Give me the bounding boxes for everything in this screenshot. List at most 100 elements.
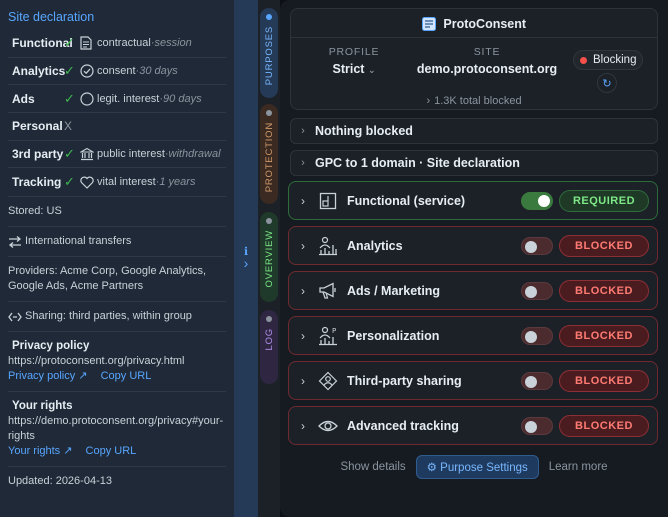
brand-name: ProtoConsent — [443, 17, 527, 31]
purpose-row-third-party-sharing[interactable]: › Third-party sharing BLOCKED — [288, 361, 658, 400]
brand: ProtoConsent — [291, 17, 657, 34]
privacy-policy-heading: Privacy policy — [12, 340, 90, 353]
stored-location: Stored: US — [8, 197, 226, 228]
providers: Providers: Acme Corp, Google Analytics, … — [8, 257, 226, 303]
your-rights-link[interactable]: Your rights ↗ — [8, 445, 72, 457]
purpose-name: Advanced tracking — [347, 418, 459, 433]
megaphone-icon — [317, 280, 339, 302]
popup-footer: Show details ⚙ Purpose Settings Learn mo… — [290, 455, 658, 479]
analytics-icon — [317, 235, 339, 257]
purpose-name: Functional (service) — [347, 193, 466, 208]
retention-duration: withdrawal — [168, 148, 221, 161]
site-declaration-panel: Site declaration Functional ✓ contractual … — [0, 0, 234, 517]
retention-duration: session — [154, 37, 192, 50]
site-label: SITE — [473, 46, 501, 58]
retention-duration: 1 years — [159, 176, 196, 189]
declaration-row-tracking: Tracking ✓ vital interest · 1 years — [8, 168, 226, 196]
purpose-row-personalization[interactable]: › P Personalization BLOCKED — [288, 316, 658, 355]
chevron-right-icon[interactable]: › — [289, 284, 317, 298]
functional-icon — [317, 190, 339, 212]
tab-label: LOG — [263, 328, 275, 351]
updated-date: Updated: 2026-04-13 — [8, 475, 112, 488]
declaration-purpose-name: 3rd party — [12, 147, 64, 162]
declaration-purpose-name: Personal — [12, 119, 63, 134]
declaration-purpose-name: Tracking — [12, 175, 62, 190]
chevron-right-icon[interactable]: › — [289, 329, 317, 343]
purpose-toggle[interactable] — [521, 416, 553, 435]
refresh-icon: ↻ — [602, 77, 612, 90]
tab-label: PURPOSES — [263, 26, 275, 86]
tab-indicator-dot-icon — [266, 316, 272, 322]
chevron-right-icon: › — [301, 157, 305, 169]
nothing-blocked-row[interactable]: › Nothing blocked — [290, 118, 658, 144]
purpose-row-ads-marketing[interactable]: › Ads / Marketing BLOCKED — [288, 271, 658, 310]
tab-purposes[interactable]: PURPOSES — [260, 8, 278, 98]
site-info: SITE demo.protoconsent.org — [415, 46, 559, 76]
circle-icon — [80, 92, 96, 106]
chevron-right-icon: › — [426, 95, 431, 107]
check-icon: ✓ — [64, 174, 75, 190]
purpose-toggle[interactable] — [521, 371, 553, 390]
tab-label: OVERVIEW — [263, 230, 275, 288]
profile-selector[interactable]: PROFILE Strict ⌄ — [327, 46, 381, 76]
legal-basis: vital interest — [97, 176, 156, 189]
tab-indicator-dot-icon — [266, 110, 272, 116]
purpose-toggle[interactable] — [521, 191, 553, 210]
tab-log[interactable]: LOG — [260, 310, 278, 384]
retention-duration: 30 days — [139, 65, 178, 78]
status-badge: BLOCKED — [559, 414, 649, 437]
svg-text:P: P — [332, 327, 336, 335]
privacy-policy-block: Privacy policy https://protoconsent.org/… — [8, 332, 226, 393]
purpose-toggle[interactable] — [521, 236, 553, 255]
chevron-right-icon[interactable]: › — [289, 239, 317, 253]
tab-indicator-dot-icon — [266, 14, 272, 20]
copy-rights-url-button[interactable]: Copy URL — [86, 445, 137, 457]
chevron-right-icon[interactable]: › — [289, 419, 317, 433]
site-domain: demo.protoconsent.org — [416, 62, 558, 76]
purpose-name: Third-party sharing — [347, 373, 462, 388]
status-badge: REQUIRED — [559, 189, 649, 212]
status-badge: BLOCKED — [559, 324, 649, 347]
declaration-title: Site declaration — [8, 10, 95, 24]
eye-icon — [317, 415, 339, 437]
chevron-right-icon[interactable]: › — [289, 374, 317, 388]
chevron-right-icon: › — [301, 125, 305, 137]
tab-overview[interactable]: OVERVIEW — [260, 212, 278, 302]
tab-protection[interactable]: PROTECTION — [260, 104, 278, 204]
check-icon: ✓ — [64, 90, 75, 106]
status-badge: BLOCKED — [559, 369, 649, 392]
legal-basis: legit. interest — [97, 92, 160, 105]
purpose-toggle[interactable] — [521, 281, 553, 300]
cross-icon: X — [64, 119, 73, 134]
declaration-row-personal: Personal X — [8, 113, 226, 141]
purpose-name: Ads / Marketing — [347, 283, 441, 298]
copy-privacy-url-button[interactable]: Copy URL — [101, 370, 152, 382]
refresh-button[interactable]: ↻ — [597, 73, 617, 93]
purpose-toggle[interactable] — [521, 326, 553, 345]
chevron-right-icon[interactable]: › — [289, 194, 317, 208]
purpose-row-advanced-tracking[interactable]: › Advanced tracking BLOCKED — [288, 406, 658, 445]
profile-label: PROFILE — [328, 46, 380, 58]
app-logo-icon — [421, 17, 436, 34]
show-details-link[interactable]: Show details — [340, 461, 405, 473]
declaration-row-3rd-party: 3rd party ✓ public interest · withdrawal — [8, 141, 226, 169]
purpose-name: Analytics — [347, 238, 403, 253]
learn-more-link[interactable]: Learn more — [549, 461, 608, 473]
bank-icon — [80, 147, 96, 161]
panel-collapse-handle[interactable]: ℹ › — [234, 0, 258, 517]
total-blocked[interactable]: › 1.3K total blocked — [291, 95, 657, 107]
check-circle-icon — [80, 64, 96, 78]
popup-header: ProtoConsent PROFILE Strict ⌄ SITE demo.… — [290, 8, 658, 110]
purpose-row-analytics[interactable]: › Analytics BLOCKED — [288, 226, 658, 265]
purpose-row-functional-service[interactable]: › Functional (service) REQUIRED — [288, 181, 658, 220]
purpose-settings-button[interactable]: ⚙ Purpose Settings — [415, 455, 539, 479]
status-badge: BLOCKED — [559, 279, 649, 302]
check-icon: ✓ — [64, 63, 75, 79]
international-transfers: International transfers — [8, 227, 226, 258]
legal-basis: public interest — [97, 148, 165, 161]
gpc-row[interactable]: › GPC to 1 domain · Site declaration — [290, 150, 658, 176]
your-rights-url: https://demo.protoconsent.org/privacy#yo… — [8, 415, 224, 443]
tab-indicator-dot-icon — [266, 218, 272, 224]
sharing: Sharing: third parties, within group — [8, 302, 226, 333]
privacy-policy-link[interactable]: Privacy policy ↗ — [8, 370, 88, 382]
